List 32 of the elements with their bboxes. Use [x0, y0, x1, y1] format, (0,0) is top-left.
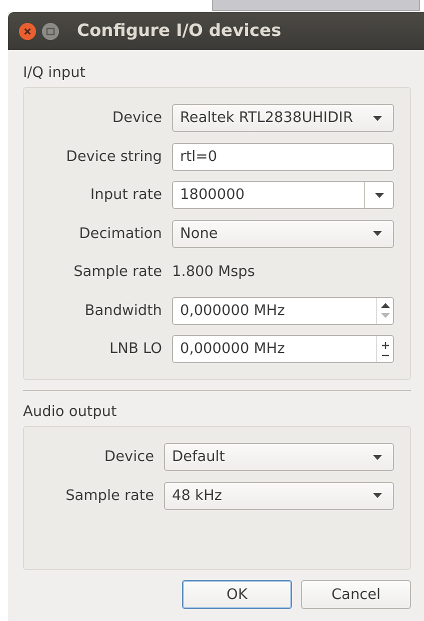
spin-field[interactable]: 0,000000 MHz: [172, 335, 394, 363]
field-label: Sample rate: [64, 488, 154, 504]
dropdown-arrow-icon: [373, 454, 382, 460]
dropdown[interactable]: Default: [164, 443, 394, 471]
window-title: Configure I/O devices: [77, 21, 282, 41]
close-icon[interactable]: [19, 22, 36, 40]
dialog-button[interactable]: OK: [182, 580, 292, 609]
plus-icon[interactable]: [382, 342, 388, 348]
field-label: Device string: [65, 148, 162, 164]
field-label: LNB LO: [108, 341, 162, 357]
dropdown[interactable]: 48 kHz: [164, 482, 394, 510]
field-label: Bandwidth: [84, 302, 162, 318]
field-label: Input rate: [89, 187, 162, 203]
field-label: Device: [111, 110, 162, 126]
field-label: Device: [103, 449, 154, 465]
spin-field[interactable]: 0,000000 MHz: [172, 296, 394, 324]
dropdown-arrow-icon: [373, 116, 382, 120]
dialog-button[interactable]: Cancel: [301, 580, 411, 609]
dropdown-arrow-icon: [373, 493, 382, 498]
combo-field[interactable]: 1800000: [172, 181, 394, 209]
up-arrow-icon[interactable]: [380, 303, 390, 308]
dropdown[interactable]: None: [172, 220, 394, 248]
minimize-icon[interactable]: [42, 22, 59, 40]
text-field[interactable]: rtl=0: [172, 142, 394, 170]
field-label: Decimation: [78, 226, 162, 242]
group-title: I/Q input: [23, 65, 86, 81]
dropdown-arrow-icon: [373, 231, 382, 236]
minus-icon[interactable]: [382, 354, 388, 356]
group-title: Audio output: [23, 404, 117, 420]
field-label: Sample rate: [72, 264, 162, 280]
dropdown[interactable]: Realtek RTL2838UHIDIR: [172, 104, 394, 132]
value-text: 1.800 Msps: [172, 264, 255, 280]
